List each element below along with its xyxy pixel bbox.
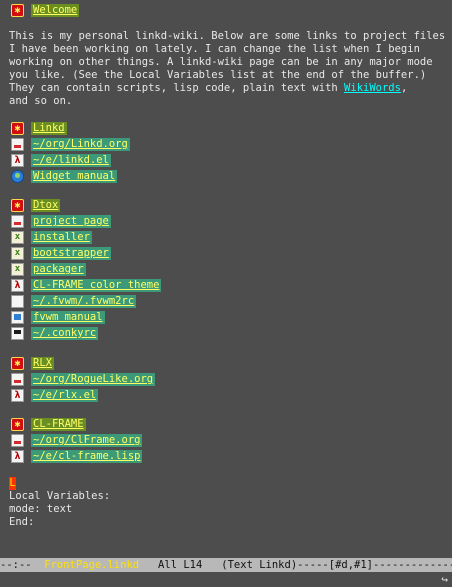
wrap-arrow-icon: ↪ [441, 573, 448, 586]
star-icon: ✱ [11, 4, 24, 17]
emacs-buffer[interactable]: ✱ Welcome This is my personal linkd-wiki… [0, 0, 452, 556]
modeline-status: --:-- [0, 559, 45, 571]
section-heading-cl-frame[interactable]: CL-FRAME [31, 418, 86, 431]
link-rlx-el[interactable]: ~/e/rlx.el [31, 389, 99, 402]
org-file-icon [11, 215, 24, 228]
intro-text: , [400, 82, 408, 94]
link-installer[interactable]: installer [31, 231, 92, 244]
cursor-char: L [9, 477, 16, 489]
intro-line: you like. (See the Local Variables list … [9, 69, 427, 81]
script-file-icon: x [11, 263, 24, 276]
lisp-file-icon: λ [11, 389, 24, 402]
script-file-icon: x [11, 231, 24, 244]
local-vars-line: Local Variables: [9, 490, 111, 502]
local-vars-line: mode: text [9, 503, 73, 515]
intro-line: working on other things. A linkd-wiki pa… [9, 56, 433, 68]
local-vars-line: End: [9, 516, 35, 528]
manual-icon [11, 311, 24, 324]
intro-line: I have been working on lately. I can cha… [9, 43, 420, 55]
text-file-icon [11, 295, 24, 308]
link-project-page[interactable]: project page [31, 215, 111, 228]
link-clframe-org[interactable]: ~/org/ClFrame.org [31, 434, 143, 447]
intro-line: This is my personal linkd-wiki. Below ar… [9, 30, 446, 42]
link-linkd-org[interactable]: ~/org/Linkd.org [31, 138, 130, 151]
section-heading-dtox[interactable]: Dtox [31, 199, 61, 212]
star-icon: ✱ [11, 122, 24, 135]
lisp-file-icon: λ [11, 450, 24, 463]
link-roguelike-org[interactable]: ~/org/RogueLike.org [31, 373, 156, 386]
info-manual-icon [11, 170, 24, 183]
star-icon: ✱ [11, 418, 24, 431]
link-cl-frame-color-theme[interactable]: CL-FRAME color theme [31, 279, 162, 292]
modeline-position: All L14 [139, 559, 222, 571]
modeline-dashes: ----------------------------------- [373, 559, 452, 571]
link-linkd-el[interactable]: ~/e/linkd.el [31, 154, 111, 167]
script-file-icon: x [11, 247, 24, 260]
intro-line: and so on. [9, 95, 73, 107]
echo-area[interactable] [0, 572, 452, 587]
modeline-modes[interactable]: (Text Linkd)-----[#d,#1] [221, 559, 373, 571]
modeline-buffer-name[interactable]: FrontPage.linkd [44, 559, 139, 571]
wikiwords-link[interactable]: WikiWords [344, 82, 401, 94]
link-bootstrapper[interactable]: bootstrapper [31, 247, 111, 260]
intro-line: They can contain scripts, lisp code, pla… [9, 82, 407, 95]
link-cl-frame-lisp[interactable]: ~/e/cl-frame.lisp [31, 450, 143, 463]
mode-line[interactable]: --:-- FrontPage.linkd All L14 (Text Link… [0, 558, 452, 572]
section-heading-rlx[interactable]: RLX [31, 357, 54, 370]
section-heading-linkd[interactable]: Linkd [31, 122, 67, 135]
link-packager[interactable]: packager [31, 263, 86, 276]
lisp-file-icon: λ [11, 279, 24, 292]
link-fvwm2rc[interactable]: ~/.fvwm/.fvwm2rc [31, 295, 137, 308]
text-cursor: L [9, 477, 16, 490]
star-icon: ✱ [11, 199, 24, 212]
link-widget-manual[interactable]: Widget manual [31, 170, 118, 183]
link-conkyrc[interactable]: ~/.conkyrc [31, 327, 99, 340]
org-file-icon [11, 373, 24, 386]
lisp-file-icon: λ [11, 154, 24, 167]
link-fvwm-manual[interactable]: fvwm manual [31, 311, 105, 324]
org-file-icon [11, 138, 24, 151]
intro-text: They can contain scripts, lisp code, pla… [9, 82, 345, 94]
terminal-file-icon [11, 327, 24, 340]
org-file-icon [11, 434, 24, 447]
welcome-heading[interactable]: Welcome [31, 4, 80, 17]
star-icon: ✱ [11, 357, 24, 370]
